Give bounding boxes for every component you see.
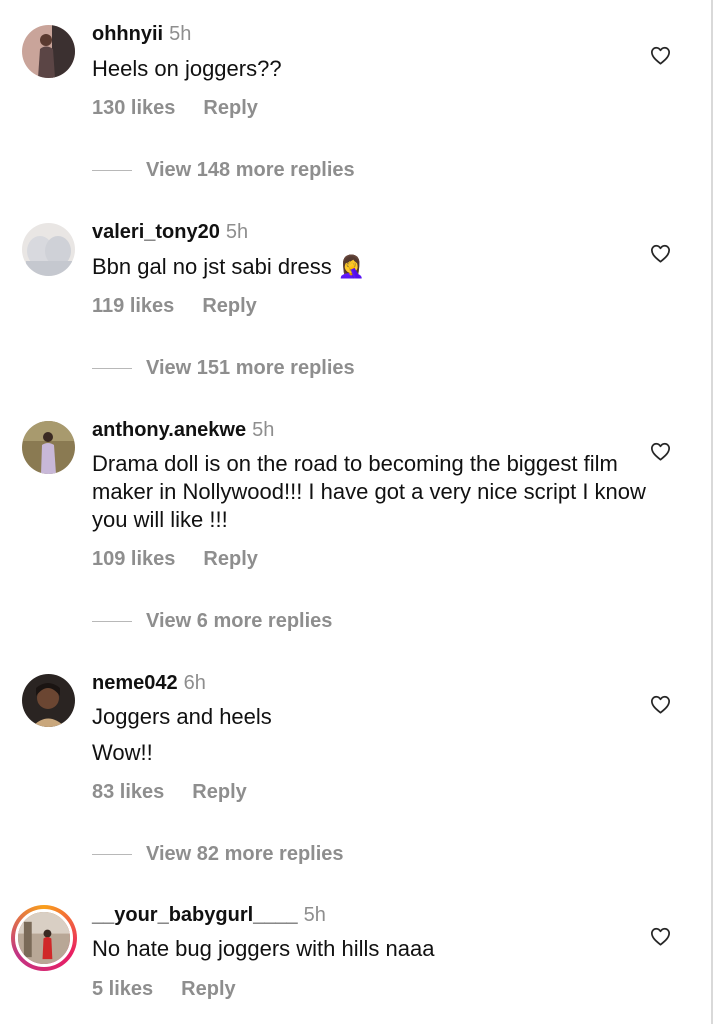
view-replies-label: View 82 more replies: [146, 843, 344, 865]
heart-icon[interactable]: [650, 927, 671, 946]
comment-time: 6h: [183, 672, 206, 694]
avatar-image: [22, 421, 75, 474]
comment-line: No hate bug joggers with hills naaa: [92, 936, 435, 961]
comment-username[interactable]: neme042: [92, 672, 178, 694]
comment-meta: ohhnyii 5h: [92, 22, 191, 46]
likes-count[interactable]: 119 likes: [92, 295, 174, 317]
comment-meta: neme042 6h: [92, 671, 206, 695]
reply-button[interactable]: Reply: [202, 295, 256, 317]
comment-meta: anthony.anekwe 5h: [92, 418, 274, 442]
heart-icon[interactable]: [650, 442, 671, 461]
story-ring-avatar[interactable]: [11, 905, 77, 971]
comment-username[interactable]: __your_babygurl____: [92, 904, 298, 926]
comment-time: 5h: [169, 23, 192, 45]
avatar-image: [22, 25, 75, 78]
heart-icon[interactable]: [650, 244, 671, 263]
view-replies-label: View 148 more replies: [146, 159, 355, 181]
comment-line: Wow!!: [92, 740, 153, 765]
replies-divider: [92, 621, 132, 623]
reply-button[interactable]: Reply: [203, 97, 257, 119]
comment-line: Bbn gal no jst sabi dress 🤦‍♀️: [92, 254, 366, 279]
comment-text: No hate bug joggers with hills naaa: [92, 935, 652, 963]
comment-username[interactable]: ohhnyii: [92, 23, 163, 45]
comment-time: 5h: [252, 419, 275, 441]
heart-icon[interactable]: [650, 695, 671, 714]
comment-line: Drama doll is on the road to becoming th…: [92, 451, 646, 532]
heart-icon[interactable]: [650, 46, 671, 65]
view-replies-button[interactable]: View 151 more replies: [92, 356, 355, 380]
comment-actions: 109 likes Reply: [92, 547, 258, 571]
avatar[interactable]: [22, 421, 75, 474]
view-replies-button[interactable]: View 148 more replies: [92, 158, 355, 182]
avatar-image: [22, 223, 75, 276]
replies-divider: [92, 170, 132, 172]
likes-count[interactable]: 83 likes: [92, 781, 164, 803]
comment-text: Joggers and heels Wow!!: [92, 703, 652, 767]
view-replies-label: View 6 more replies: [146, 610, 333, 632]
comment-text: Drama doll is on the road to becoming th…: [92, 450, 652, 534]
comment-line: Heels on joggers??: [92, 56, 282, 81]
comment-actions: 83 likes Reply: [92, 780, 247, 804]
avatar-image: [18, 912, 70, 964]
replies-divider: [92, 854, 132, 856]
comment-username[interactable]: valeri_tony20: [92, 221, 220, 243]
reply-button[interactable]: Reply: [203, 548, 257, 570]
avatar[interactable]: [22, 674, 75, 727]
reply-button[interactable]: Reply: [192, 781, 246, 803]
comment-meta: valeri_tony20 5h: [92, 220, 248, 244]
reply-button[interactable]: Reply: [181, 978, 235, 1000]
likes-count[interactable]: 130 likes: [92, 97, 175, 119]
avatar-inner: [15, 909, 73, 967]
comment-time: 5h: [303, 904, 326, 926]
view-replies-button[interactable]: View 82 more replies: [92, 842, 344, 866]
avatar-image: [22, 674, 75, 727]
replies-divider: [92, 368, 132, 370]
avatar[interactable]: [22, 25, 75, 78]
comment-text: Bbn gal no jst sabi dress 🤦‍♀️: [92, 253, 652, 281]
comment-text: Heels on joggers??: [92, 55, 652, 83]
comment-username[interactable]: anthony.anekwe: [92, 419, 246, 441]
view-replies-label: View 151 more replies: [146, 357, 355, 379]
comment-meta: __your_babygurl____ 5h: [92, 903, 326, 927]
likes-count[interactable]: 109 likes: [92, 548, 175, 570]
comment-time: 5h: [225, 221, 249, 243]
comment-line: Joggers and heels: [92, 704, 272, 729]
avatar[interactable]: [22, 223, 75, 276]
likes-count[interactable]: 5 likes: [92, 978, 153, 1000]
comment-actions: 130 likes Reply: [92, 96, 258, 120]
comment-actions: 5 likes Reply: [92, 977, 236, 1001]
view-replies-button[interactable]: View 6 more replies: [92, 609, 332, 633]
comment-actions: 119 likes Reply: [92, 294, 257, 318]
